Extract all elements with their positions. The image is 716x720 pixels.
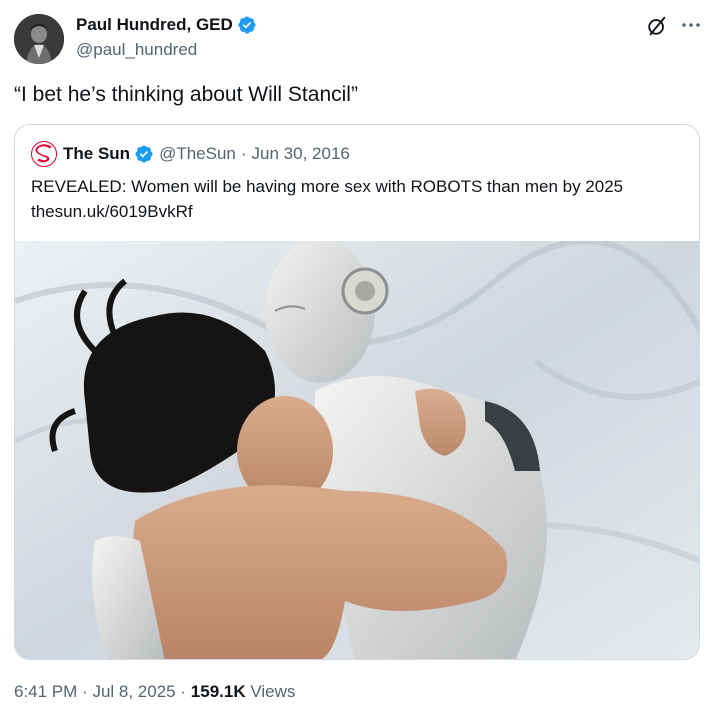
tweet-date[interactable]: Jul 8, 2025: [92, 682, 175, 701]
quoted-text: REVEALED: Women will be having more sex …: [31, 174, 691, 224]
the-sun-logo-icon[interactable]: [31, 141, 57, 167]
quoted-link[interactable]: thesun.uk/6019BvkRf: [31, 199, 691, 224]
tweet-text: “I bet he’s thinking about Will Stancil”: [14, 83, 358, 106]
avatar[interactable]: [14, 14, 64, 64]
tweet-footer: 6:41 PM · Jul 8, 2025 · 159.1K Views: [14, 681, 295, 703]
author-name-row[interactable]: Paul Hundred, GED: [76, 14, 257, 36]
avatar-image: [14, 14, 64, 64]
verified-badge-icon: [135, 145, 153, 163]
author-name[interactable]: Paul Hundred, GED: [76, 14, 233, 36]
separator-dot: ·: [180, 682, 187, 701]
media-illustration: [15, 241, 699, 659]
tweet-time[interactable]: 6:41 PM: [14, 682, 77, 701]
separator-dot: ·: [82, 682, 88, 701]
quoted-body-text: REVEALED: Women will be having more sex …: [31, 177, 624, 196]
grok-icon[interactable]: [646, 15, 668, 37]
quoted-media-image[interactable]: [15, 241, 699, 659]
quoted-tweet[interactable]: The Sun @TheSun · Jun 30, 2016 REVEALED:…: [14, 124, 700, 660]
quoted-date[interactable]: Jun 30, 2016: [252, 143, 350, 165]
separator-dot: ·: [240, 144, 247, 163]
quoted-author-handle[interactable]: @TheSun: [159, 143, 236, 165]
views-label: Views: [250, 682, 296, 701]
quoted-header: The Sun @TheSun · Jun 30, 2016: [31, 141, 350, 167]
more-icon[interactable]: [679, 14, 703, 36]
quoted-author-name[interactable]: The Sun: [63, 143, 130, 165]
views-count[interactable]: 159.1K: [191, 682, 246, 701]
author-handle[interactable]: @paul_hundred: [76, 39, 197, 61]
verified-badge-icon: [238, 16, 256, 34]
